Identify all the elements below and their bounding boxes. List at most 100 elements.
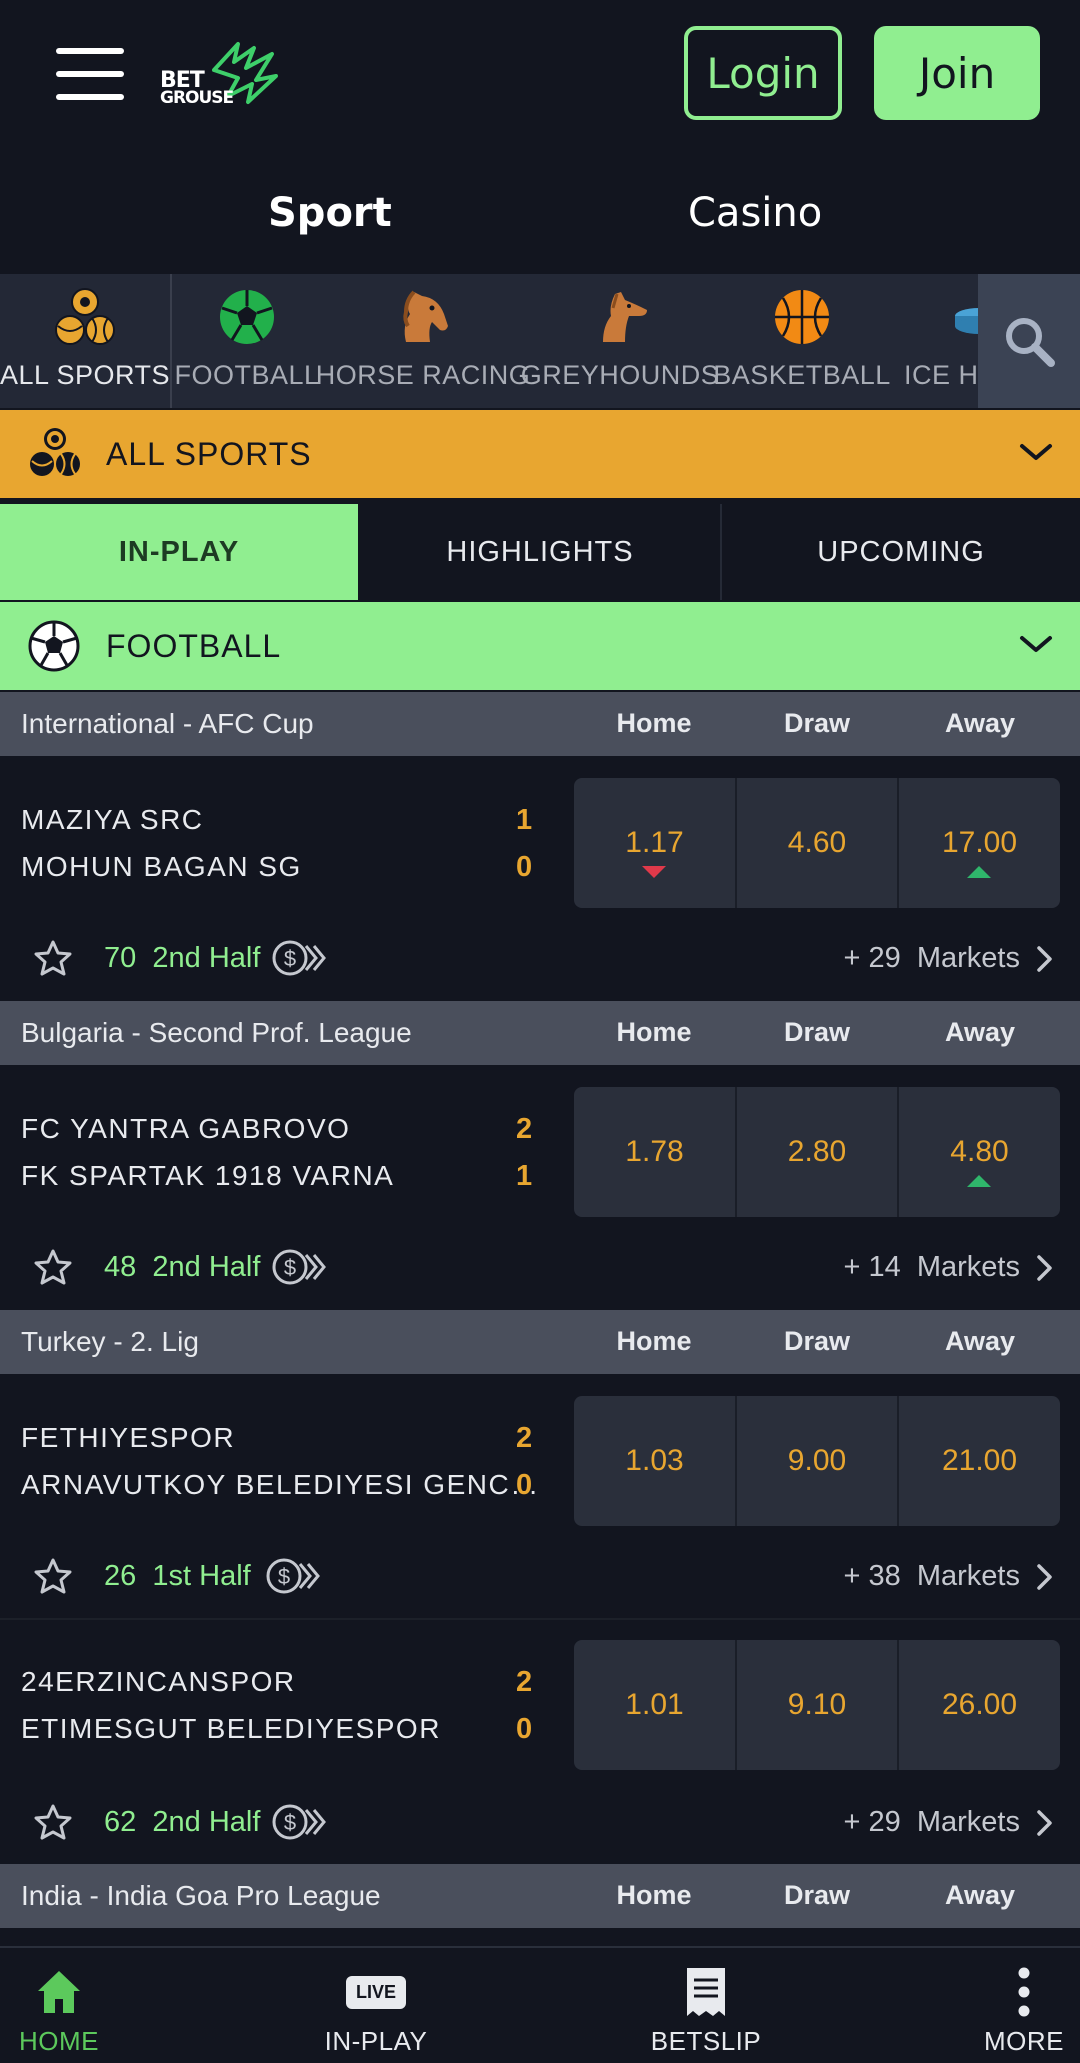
chevron-down-icon	[1020, 636, 1052, 652]
home-team: 24ERZINCANSPOR	[21, 1666, 296, 1697]
more-markets-link[interactable]: + 29 Markets	[843, 1806, 1020, 1839]
odds-box: 1.03 9.00 21.00	[574, 1396, 1060, 1526]
markets-count: + 14	[843, 1251, 901, 1283]
tab-in-play[interactable]: IN-PLAY	[0, 504, 358, 600]
nav-in-play[interactable]: LIVE IN-PLAY	[300, 1948, 452, 2063]
svg-text:$: $	[284, 946, 296, 971]
all-sports-icon	[30, 428, 80, 476]
more-markets-link[interactable]: + 14 Markets	[843, 1251, 1020, 1284]
sport-label: HORSE RACING	[315, 360, 531, 390]
sport-label: FOOTBALL	[174, 360, 320, 390]
odd-draw[interactable]: 4.60	[737, 778, 897, 908]
col-home: Home	[616, 1880, 692, 1910]
odd-home[interactable]: 1.03	[574, 1396, 735, 1526]
odd-home[interactable]: 1.01	[574, 1640, 735, 1770]
football-section-header[interactable]: FOOTBALL	[0, 602, 1080, 690]
star-icon[interactable]	[34, 1249, 72, 1285]
match-row[interactable]: MAZIYA SRC MOHUN BAGAN SG 1 0 1.17 4.60 …	[0, 756, 1080, 1002]
login-button[interactable]: Login	[684, 26, 842, 120]
league-name: India - India Goa Pro League	[21, 1880, 381, 1911]
join-button[interactable]: Join	[874, 26, 1040, 120]
league-header: India - India Goa Pro League Home Draw A…	[0, 1864, 1080, 1928]
markets-label: Markets	[916, 1560, 1020, 1592]
away-score: 0	[516, 1713, 533, 1745]
nav-betslip[interactable]: BETSLIP	[630, 1948, 782, 2063]
match-row[interactable]: FC YANTRA GABROVO FK SPARTAK 1918 VARNA …	[0, 1065, 1080, 1311]
nav-label: MORE	[984, 2026, 1064, 2056]
greyhound-icon	[603, 292, 647, 342]
star-icon[interactable]	[34, 940, 72, 976]
cashout-icon: $	[272, 940, 326, 976]
match-period: 2nd Half	[152, 942, 261, 974]
football-icon	[220, 290, 274, 344]
odd-home[interactable]: 1.78	[574, 1087, 735, 1217]
odd-away[interactable]: 26.00	[899, 1640, 1060, 1770]
svg-text:$: $	[278, 1564, 290, 1589]
col-home: Home	[616, 708, 692, 738]
odd-draw[interactable]: 2.80	[737, 1087, 897, 1217]
top-header: BET GROUSE Login Join	[0, 0, 1080, 150]
basketball-icon	[775, 290, 829, 344]
nav-more[interactable]: MORE	[974, 1948, 1074, 2063]
match-minute: 70	[104, 942, 137, 974]
odds-up-icon	[967, 866, 991, 878]
sport-item-football[interactable]: FOOTBALL	[174, 274, 319, 408]
betslip-icon	[683, 1966, 729, 2018]
league-name: Bulgaria - Second Prof. League	[21, 1017, 412, 1048]
markets-label: Markets	[916, 1806, 1020, 1838]
more-markets-link[interactable]: + 29 Markets	[843, 942, 1020, 975]
search-button[interactable]	[978, 274, 1080, 408]
markets-count: + 38	[843, 1560, 901, 1592]
odd-draw[interactable]: 9.10	[737, 1640, 897, 1770]
odd-away[interactable]: 4.80	[899, 1087, 1060, 1217]
odd-home[interactable]: 1.17	[574, 778, 735, 908]
more-markets-link[interactable]: + 38 Markets	[843, 1560, 1020, 1593]
match-period: 2nd Half	[152, 1251, 261, 1283]
tab-casino[interactable]: Casino	[688, 190, 822, 236]
home-team: FETHIYESPOR	[21, 1422, 236, 1453]
horse-icon	[403, 290, 448, 342]
away-team: ARNAVUTKOY BELEDIYESI GENC…	[21, 1469, 540, 1500]
away-team: MOHUN BAGAN SG	[21, 851, 302, 882]
nav-home[interactable]: HOME	[0, 1948, 118, 2063]
nav-label: IN-PLAY	[324, 2026, 428, 2056]
sport-item-horse-racing[interactable]: HORSE RACING	[316, 274, 530, 408]
tab-sport[interactable]: Sport	[268, 190, 392, 236]
match-status: 62 2nd Half	[104, 1806, 260, 1839]
product-tabs: Sport Casino	[0, 150, 1080, 274]
sport-filter-dropdown[interactable]: ALL SPORTS	[0, 410, 1080, 498]
sport-item-all-sports[interactable]: ALL SPORTS	[0, 274, 170, 408]
match-row[interactable]: 24ERZINCANSPOR ETIMESGUT BELEDIYESPOR 2 …	[0, 1620, 1080, 1864]
sport-label: GREYHOUNDS	[520, 360, 720, 390]
col-home: Home	[616, 1017, 692, 1047]
nav-label: BETSLIP	[650, 2026, 762, 2056]
home-score: 2	[516, 1422, 533, 1454]
sport-item-basketball[interactable]: BASKETBALL	[713, 274, 890, 408]
chevron-down-icon	[1020, 444, 1052, 460]
logo-text-grouse: GROUSE	[160, 88, 234, 108]
chevron-right-icon	[1037, 1564, 1052, 1590]
col-draw: Draw	[783, 1880, 851, 1910]
search-icon	[1006, 318, 1055, 367]
away-team: FK SPARTAK 1918 VARNA	[21, 1160, 395, 1191]
cashout-icon: $	[272, 1804, 326, 1840]
menu-icon[interactable]	[56, 48, 124, 100]
tab-highlights[interactable]: HIGHLIGHTS	[360, 504, 720, 600]
section-label: FOOTBALL	[106, 628, 282, 664]
odd-away[interactable]: 21.00	[899, 1396, 1060, 1526]
match-row[interactable]: FETHIYESPOR ARNAVUTKOY BELEDIYESI GENC… …	[0, 1374, 1080, 1618]
match-minute: 26	[104, 1560, 137, 1592]
cashout-icon: $	[266, 1558, 320, 1594]
away-team: ETIMESGUT BELEDIYESPOR	[21, 1713, 441, 1744]
star-icon[interactable]	[34, 1558, 72, 1594]
chevron-right-icon	[1037, 1810, 1052, 1836]
tab-upcoming[interactable]: UPCOMING	[722, 504, 1080, 600]
match-status: 26 1st Half	[104, 1560, 251, 1593]
away-score: 0	[516, 1469, 533, 1501]
sport-item-greyhounds[interactable]: GREYHOUNDS	[521, 274, 719, 408]
betgrouse-logo[interactable]: BET GROUSE	[160, 40, 280, 112]
odd-away[interactable]: 17.00	[899, 778, 1060, 908]
home-team: FC YANTRA GABROVO	[21, 1113, 351, 1144]
odd-draw[interactable]: 9.00	[737, 1396, 897, 1526]
star-icon[interactable]	[34, 1804, 72, 1840]
